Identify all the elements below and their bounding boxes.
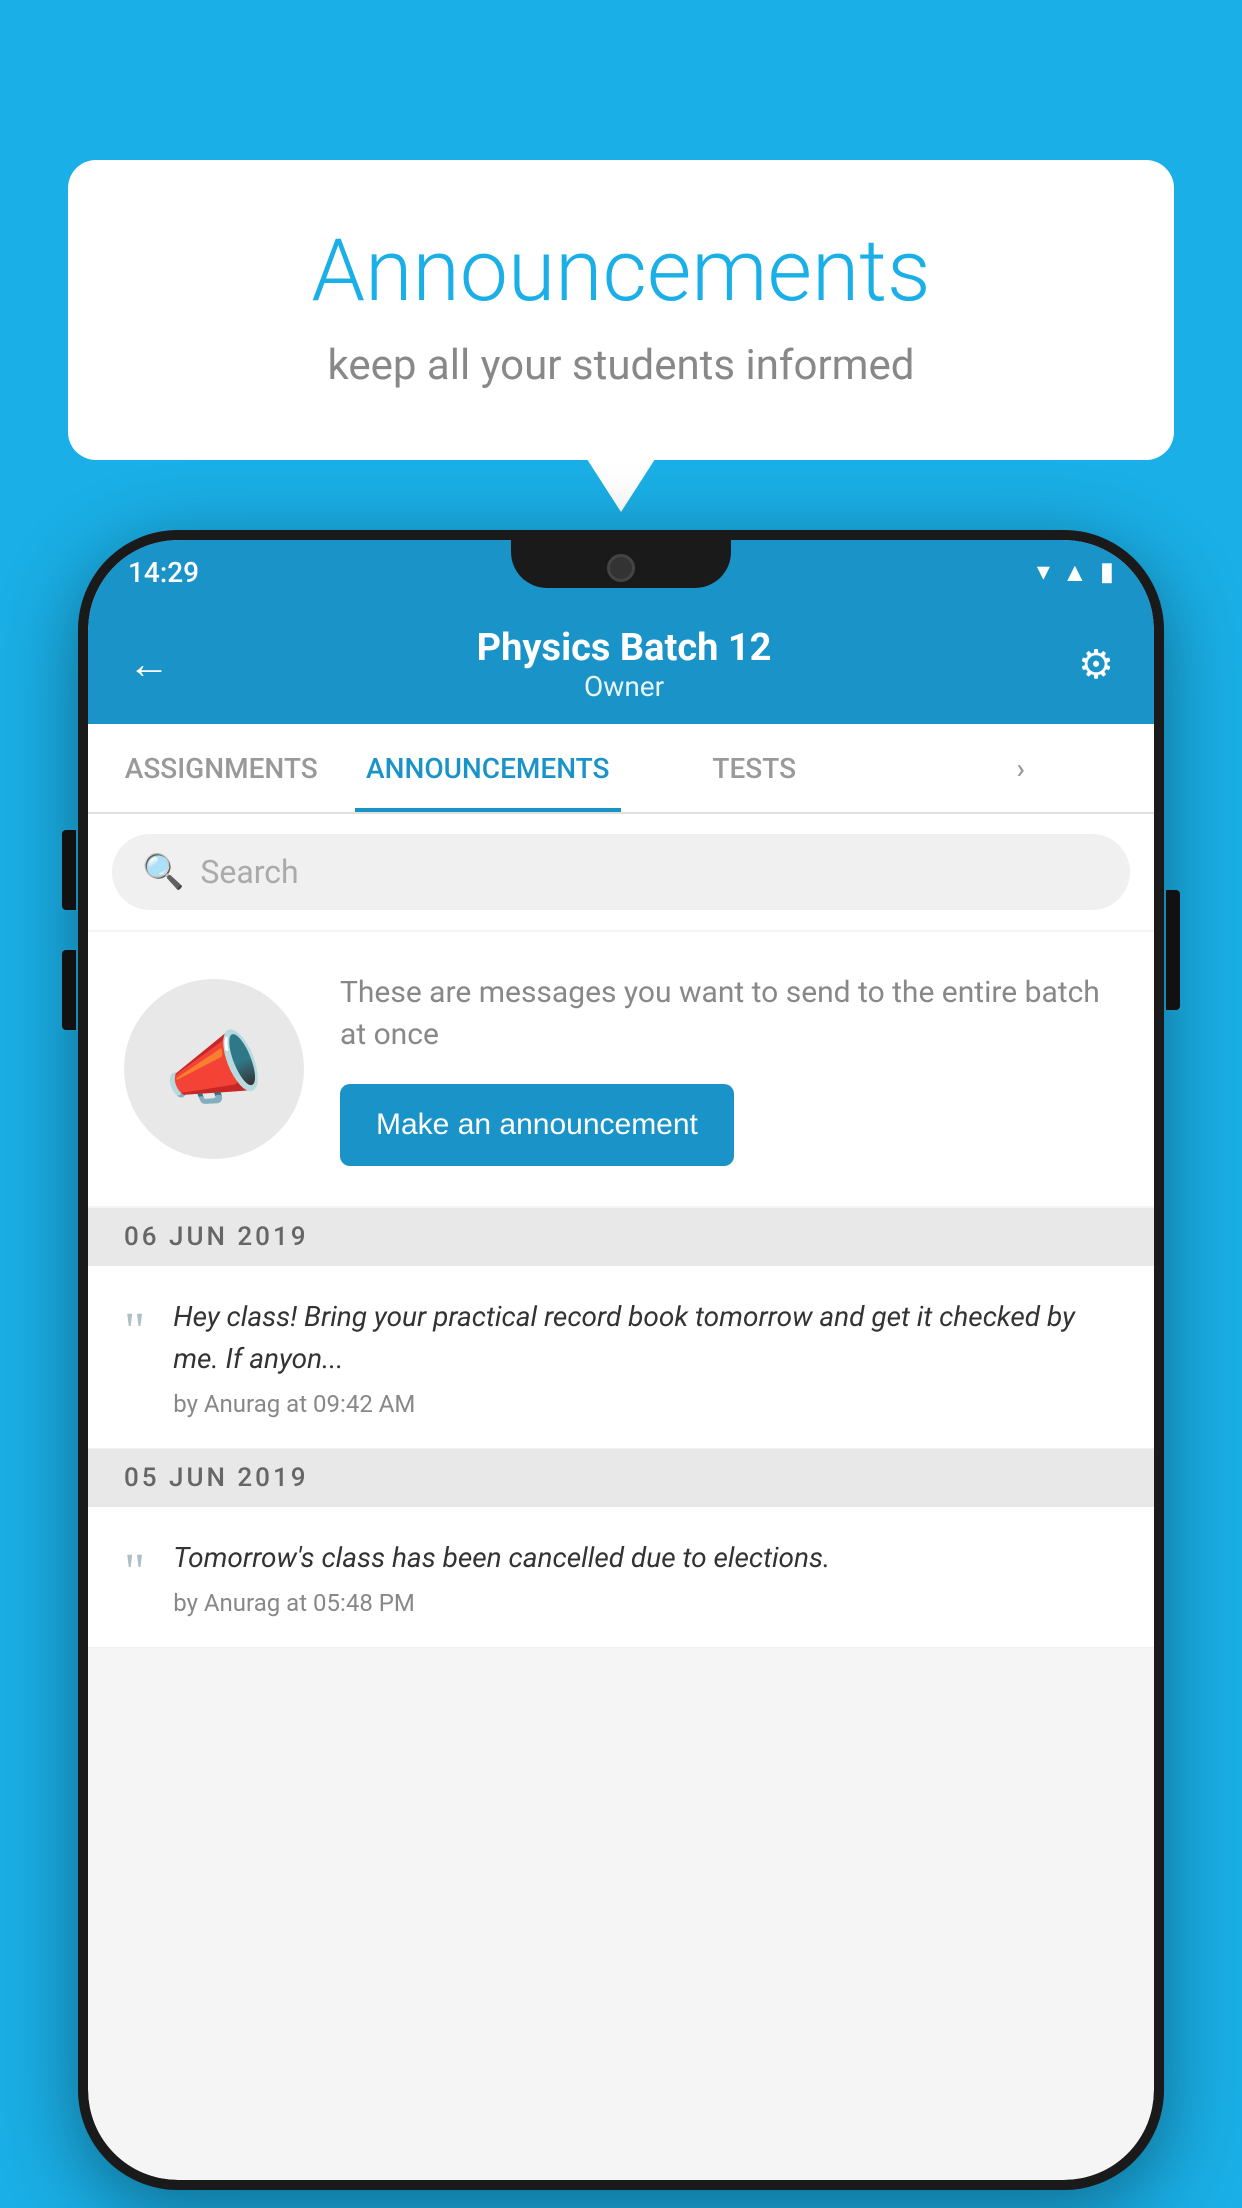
announcement-content-2: Tomorrow's class has been cancelled due …: [173, 1537, 1118, 1617]
search-icon: 🔍: [142, 852, 184, 892]
announcement-text-section: These are messages you want to send to t…: [340, 972, 1118, 1166]
tab-assignments[interactable]: ASSIGNMENTS: [88, 724, 355, 812]
announcement-icon-circle: 📣: [124, 979, 304, 1159]
notch: [511, 540, 731, 588]
signal-icon: ▲: [1062, 557, 1088, 588]
app-bar-title: Physics Batch 12: [180, 626, 1068, 670]
announcement-text-1: Hey class! Bring your practical record b…: [173, 1296, 1118, 1380]
tabs: ASSIGNMENTS ANNOUNCEMENTS TESTS ›: [88, 724, 1154, 814]
search-input[interactable]: Search: [200, 853, 298, 891]
volume-up-button[interactable]: [62, 830, 76, 910]
tab-more[interactable]: ›: [888, 724, 1155, 812]
status-time: 14:29: [128, 556, 199, 589]
megaphone-icon: 📣: [164, 1022, 264, 1116]
speech-bubble-subtitle: keep all your students informed: [148, 341, 1094, 390]
announcement-item-1[interactable]: " Hey class! Bring your practical record…: [88, 1266, 1154, 1449]
speech-bubble-title: Announcements: [148, 220, 1094, 321]
camera: [607, 554, 635, 582]
announcement-text-2: Tomorrow's class has been cancelled due …: [173, 1537, 1118, 1579]
battery-icon: ▮: [1100, 557, 1114, 587]
date-separator-2: 05 JUN 2019: [88, 1449, 1154, 1507]
app-bar-subtitle: Owner: [180, 670, 1068, 703]
announcement-meta-2: by Anurag at 05:48 PM: [173, 1589, 1118, 1617]
search-bar: 🔍 Search: [88, 814, 1154, 930]
speech-bubble: Announcements keep all your students inf…: [68, 160, 1174, 460]
search-input-wrap[interactable]: 🔍 Search: [112, 834, 1130, 910]
make-announcement-button[interactable]: Make an announcement: [340, 1084, 734, 1166]
announcement-content-1: Hey class! Bring your practical record b…: [173, 1296, 1118, 1418]
power-button[interactable]: [1166, 890, 1180, 1010]
status-icons: ▾ ▲ ▮: [1037, 557, 1114, 588]
wifi-icon: ▾: [1037, 557, 1050, 587]
speech-bubble-section: Announcements keep all your students inf…: [68, 160, 1174, 460]
announcement-meta-1: by Anurag at 09:42 AM: [173, 1390, 1118, 1418]
back-button[interactable]: ←: [118, 630, 180, 699]
announcement-prompt: 📣 These are messages you want to send to…: [88, 932, 1154, 1206]
announcement-description: These are messages you want to send to t…: [340, 972, 1118, 1056]
announcement-item-2[interactable]: " Tomorrow's class has been cancelled du…: [88, 1507, 1154, 1648]
quote-icon-1: ": [124, 1302, 145, 1361]
tab-tests[interactable]: TESTS: [621, 724, 888, 812]
app-bar-title-section: Physics Batch 12 Owner: [180, 626, 1068, 703]
date-separator-1: 06 JUN 2019: [88, 1208, 1154, 1266]
phone-inner: 14:29 ▾ ▲ ▮ ← Physics Batch 12 Owner ⚙ A…: [88, 540, 1154, 2180]
app-bar: ← Physics Batch 12 Owner ⚙: [88, 604, 1154, 724]
volume-down-button[interactable]: [62, 950, 76, 1030]
screen: 14:29 ▾ ▲ ▮ ← Physics Batch 12 Owner ⚙ A…: [88, 540, 1154, 2180]
settings-button[interactable]: ⚙: [1068, 631, 1124, 698]
tab-announcements[interactable]: ANNOUNCEMENTS: [355, 724, 622, 812]
phone-frame: 14:29 ▾ ▲ ▮ ← Physics Batch 12 Owner ⚙ A…: [78, 530, 1164, 2190]
quote-icon-2: ": [124, 1543, 145, 1602]
